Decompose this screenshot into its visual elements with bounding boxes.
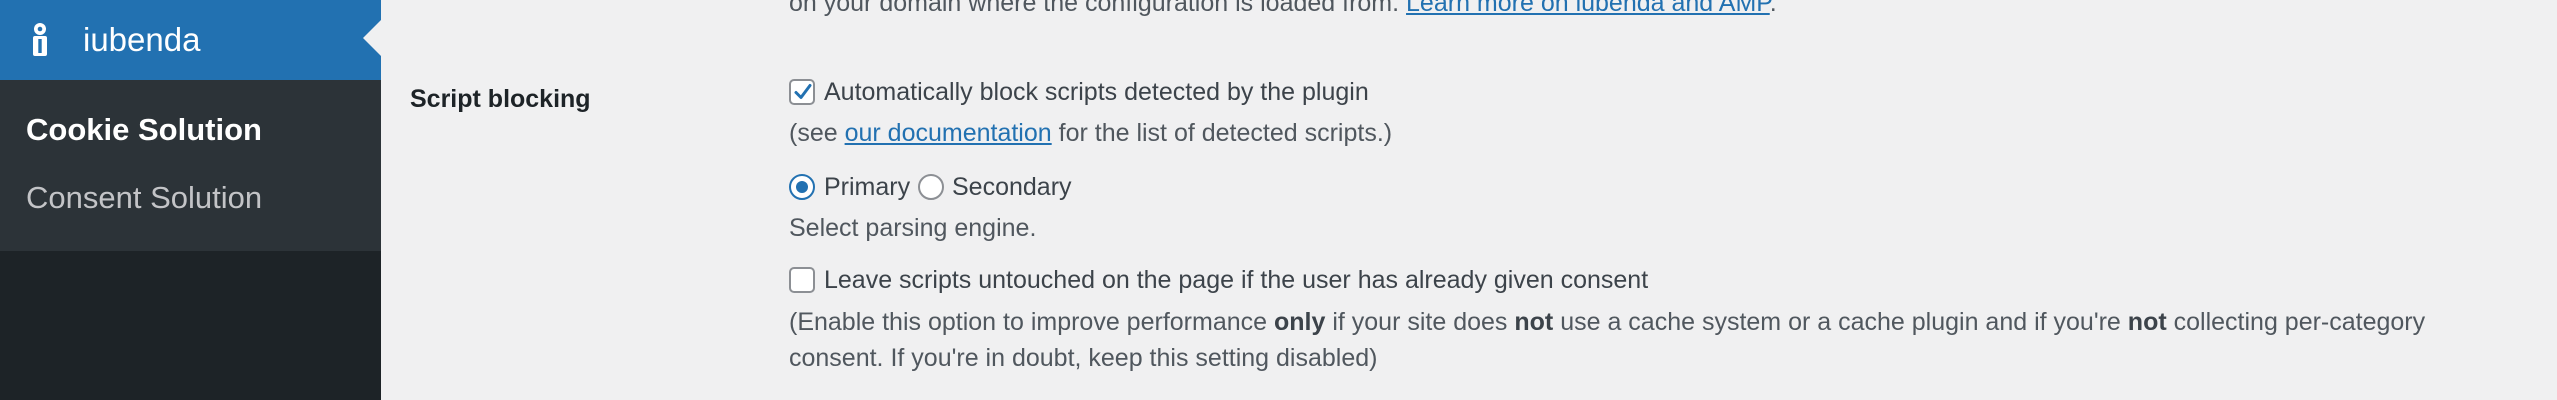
iubenda-logo-icon [33, 23, 47, 56]
engine-description: Select parsing engine. [789, 214, 1037, 242]
engine-primary-label[interactable]: Primary [824, 170, 910, 204]
sidebar-menu-title: iubenda [83, 21, 201, 58]
leave-untouched-label[interactable]: Leave scripts untouched on the page if t… [824, 263, 1648, 297]
auto-block-label[interactable]: Automatically block scripts detected by … [824, 75, 1369, 109]
sidebar-submenu: Cookie Solution Consent Solution [0, 80, 381, 251]
submenu-item-consent-solution[interactable]: Consent Solution [26, 176, 262, 220]
doc-suffix: for the list of detected scripts.) [1051, 119, 1393, 147]
engine-primary-radio[interactable] [789, 174, 815, 200]
submenu-item-cookie-solution[interactable]: Cookie Solution [26, 108, 262, 152]
doc-prefix: (see [789, 119, 845, 147]
engine-secondary-label[interactable]: Secondary [952, 170, 1072, 204]
amp-description-end: . [1769, 0, 1777, 17]
admin-sidebar: iubenda Cookie Solution Consent Solution [0, 0, 381, 400]
perf-text-1: (Enable this option to improve performan… [789, 308, 1274, 336]
sidebar-item-iubenda[interactable]: iubenda [0, 0, 381, 80]
perf-text-2: if your site does [1325, 308, 1515, 336]
settings-content: on your domain where the configuration i… [381, 0, 2557, 400]
performance-note-line2: consent. If you're in doubt, keep this s… [789, 344, 1378, 372]
perf-bold-only: only [1273, 308, 1326, 336]
perf-text-3: use a cache system or a cache plugin and… [1553, 308, 2128, 336]
engine-secondary-radio[interactable] [918, 174, 944, 200]
amp-description: on your domain where the configuration i… [789, 0, 1777, 20]
amp-description-text: on your domain where the configuration i… [789, 0, 1400, 17]
amp-learn-more-link[interactable]: Learn more on iubenda and AMP [1406, 0, 1770, 17]
performance-note-line1: (Enable this option to improve performan… [789, 305, 2425, 339]
perf-bold-not-1: not [1514, 308, 1554, 336]
documentation-link[interactable]: our documentation [845, 119, 1052, 147]
perf-bold-not-2: not [2127, 308, 2167, 336]
script-blocking-label: Script blocking [410, 85, 591, 113]
auto-block-checkbox[interactable] [789, 79, 815, 105]
leave-untouched-checkbox[interactable] [789, 267, 815, 293]
documentation-note: (see our documentation for the list of d… [789, 116, 1392, 150]
checkmark-icon [794, 84, 812, 99]
perf-text-4: collecting per-category [2166, 308, 2426, 336]
